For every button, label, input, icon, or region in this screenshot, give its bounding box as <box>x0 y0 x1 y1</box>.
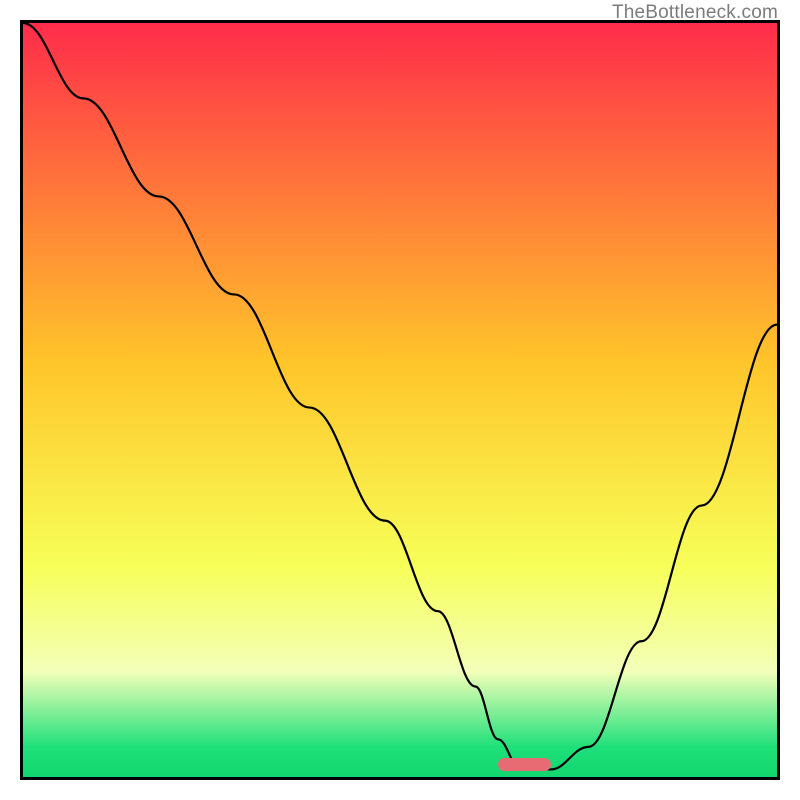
bottleneck-curve <box>23 23 777 777</box>
plot-area <box>20 20 780 780</box>
optimum-marker <box>498 758 551 771</box>
chart-frame: TheBottleneck.com <box>0 0 800 800</box>
